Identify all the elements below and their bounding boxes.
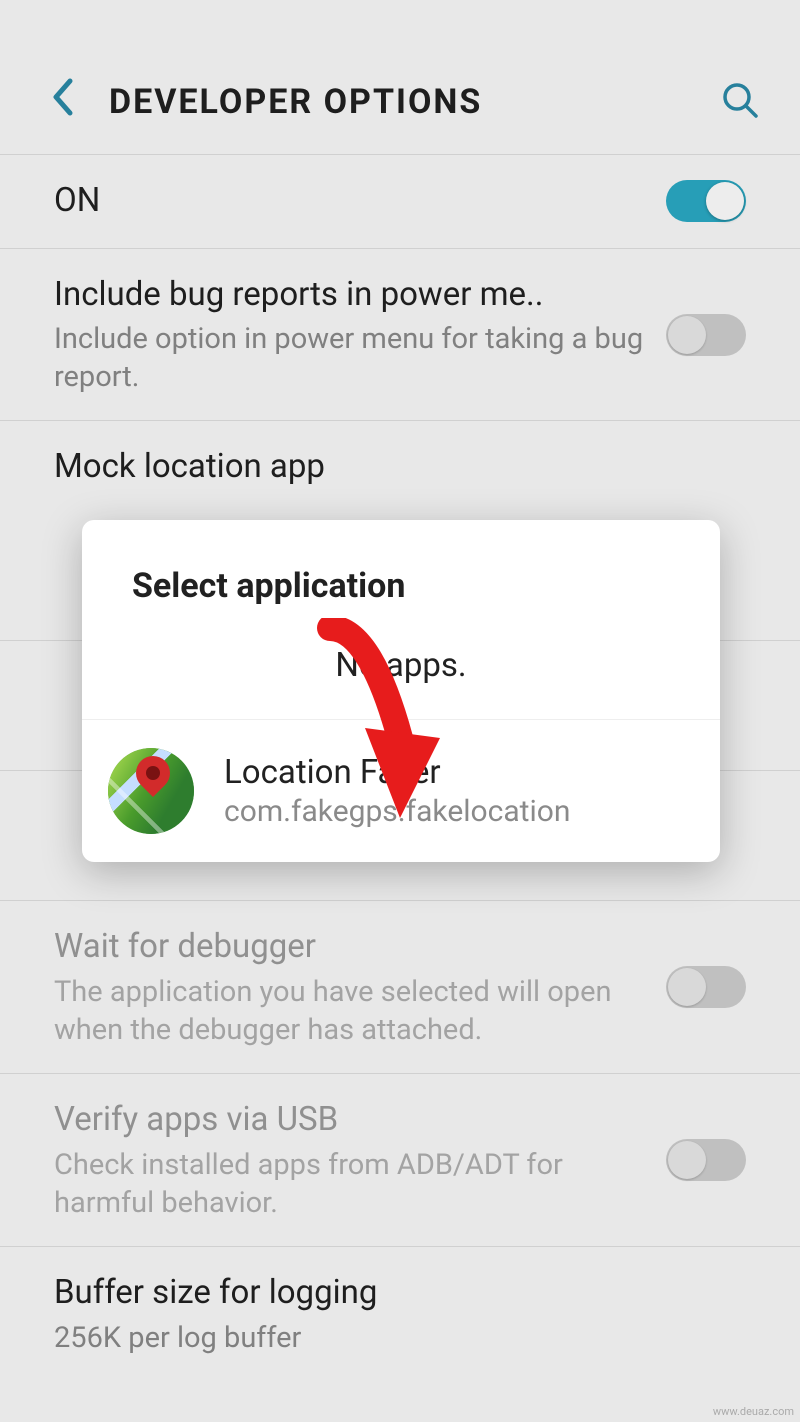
verify-usb-subtitle: Check installed apps from ADB/ADT for ha… bbox=[54, 1147, 646, 1222]
bug-reports-subtitle: Include option in power menu for taking … bbox=[54, 321, 646, 396]
back-icon[interactable] bbox=[50, 77, 74, 127]
buffer-size-subtitle: 256K per log buffer bbox=[54, 1320, 726, 1358]
select-application-dialog: Select application No apps. Location Fak… bbox=[82, 520, 720, 862]
location-faker-icon bbox=[108, 748, 194, 834]
status-bar bbox=[0, 0, 800, 50]
mock-location-title: Mock location app bbox=[54, 445, 726, 490]
no-apps-label: No apps. bbox=[108, 646, 694, 685]
master-toggle[interactable] bbox=[666, 180, 746, 222]
verify-usb-title: Verify apps via USB bbox=[54, 1098, 646, 1143]
buffer-size-row[interactable]: Buffer size for logging 256K per log buf… bbox=[0, 1247, 800, 1381]
verify-usb-row: Verify apps via USB Check installed apps… bbox=[0, 1074, 800, 1247]
page-title: DEVELOPER OPTIONS bbox=[109, 82, 720, 122]
bug-reports-toggle[interactable] bbox=[666, 314, 746, 356]
master-toggle-label: ON bbox=[54, 179, 646, 224]
app-header: DEVELOPER OPTIONS bbox=[0, 50, 800, 155]
master-toggle-row[interactable]: ON bbox=[0, 155, 800, 249]
dialog-option-location-faker[interactable]: Location Faker com.fakegps.fakelocation bbox=[82, 719, 720, 862]
wait-debugger-toggle bbox=[666, 966, 746, 1008]
app-name: Location Faker bbox=[224, 753, 570, 792]
dialog-option-no-apps[interactable]: No apps. bbox=[82, 636, 720, 719]
dialog-title: Select application bbox=[82, 520, 720, 636]
wait-debugger-row: Wait for debugger The application you ha… bbox=[0, 901, 800, 1074]
buffer-size-title: Buffer size for logging bbox=[54, 1271, 726, 1316]
wait-debugger-title: Wait for debugger bbox=[54, 925, 646, 970]
verify-usb-toggle bbox=[666, 1139, 746, 1181]
app-package: com.fakegps.fakelocation bbox=[224, 794, 570, 829]
bug-reports-title: Include bug reports in power me.. bbox=[54, 273, 646, 318]
bug-reports-row[interactable]: Include bug reports in power me.. Includ… bbox=[0, 249, 800, 422]
watermark: www.deuaz.com bbox=[713, 1405, 794, 1418]
wait-debugger-subtitle: The application you have selected will o… bbox=[54, 974, 646, 1049]
search-icon[interactable] bbox=[720, 80, 760, 124]
